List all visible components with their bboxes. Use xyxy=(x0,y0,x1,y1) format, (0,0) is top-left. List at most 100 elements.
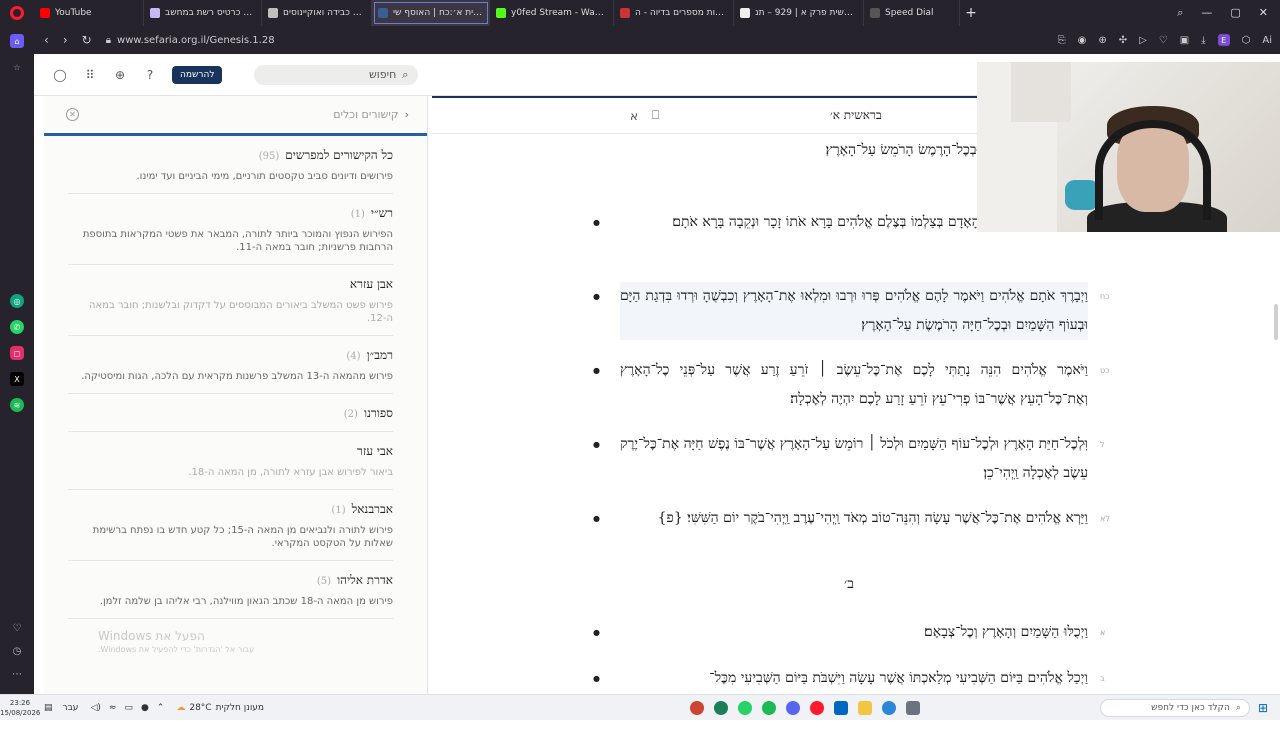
discord-icon[interactable] xyxy=(786,700,801,715)
x-icon[interactable]: X xyxy=(10,372,24,386)
verse-text[interactable]: וַיְכֻלּוּ הַשָּׁמַיִם וְהָאָרֶץ וְכׇל־צ… xyxy=(620,618,1088,647)
back-icon[interactable]: ‹ xyxy=(44,33,49,47)
browser-tab[interactable]: כוח כבידה ואוקיינוסים xyxy=(262,0,372,26)
url-field[interactable]: 🔒︎ www.sefaria.org.il/Genesis.1.28 xyxy=(106,35,275,46)
heart-icon[interactable]: ♡ xyxy=(13,623,22,634)
ai-button[interactable]: Ai xyxy=(1262,35,1272,46)
battery-icon[interactable]: ▭ xyxy=(124,703,133,713)
folder-icon[interactable] xyxy=(858,700,873,715)
commentary-item[interactable]: כל הקישורים למפרשים (95) פירושים ודיונים ס… xyxy=(68,136,393,194)
book-title[interactable]: בראשית א׳ xyxy=(830,108,882,123)
url-text[interactable]: www.sefaria.org.il/Genesis.1.28 xyxy=(117,35,275,46)
browser-tab[interactable]: קבוצות מספרים בדיוה - ה xyxy=(614,0,734,26)
commentary-title[interactable]: ספורנו (2) xyxy=(68,406,393,421)
commentary-title[interactable]: כל הקישורים למפרשים (95) xyxy=(68,148,393,163)
profile-icon[interactable]: ◯ xyxy=(52,67,68,83)
commentary-title[interactable]: רמב״ן (4) xyxy=(68,348,393,363)
windows-start-icon[interactable]: ⊞ xyxy=(1258,701,1268,715)
commentary-title[interactable]: אדרת אליהו (5) xyxy=(68,573,393,588)
spotify-icon[interactable]: ≋ xyxy=(10,398,24,412)
commentary-item[interactable]: רמב״ן (4) פירוש מהמאה ה-13 המשלב פרשנות מק… xyxy=(68,336,393,394)
commentary-item[interactable]: רש״י (1) הפירוש הנפוץ והמוכר ביותר לתורה, … xyxy=(68,194,393,265)
app-icon[interactable] xyxy=(714,700,729,715)
extension-icon[interactable]: ⊕ xyxy=(1098,35,1106,46)
bookmark-icon[interactable]: ⎕ xyxy=(652,108,659,123)
verse-number[interactable]: כח xyxy=(1100,292,1109,301)
spotify-icon[interactable] xyxy=(762,700,777,715)
new-tab-button[interactable]: + xyxy=(960,5,982,21)
commentary-title[interactable]: אבי עזר xyxy=(68,444,393,459)
download-icon[interactable]: ⤓ xyxy=(1201,35,1205,46)
verse-number[interactable]: ל xyxy=(1100,440,1105,449)
extension-icon[interactable]: ⎘ xyxy=(1058,35,1066,46)
whatsapp-icon[interactable]: ✆ xyxy=(10,320,24,334)
verse-text[interactable]: וּֽלְכׇל־חַיַּת הָאָרֶץ וּלְכׇל־עוֹף הַש… xyxy=(620,430,1088,488)
verse-number[interactable]: כט xyxy=(1100,366,1109,375)
volume-icon[interactable]: ◁) xyxy=(90,703,100,713)
heart-icon[interactable]: ♡ xyxy=(1159,35,1168,46)
forward-icon[interactable]: › xyxy=(63,33,68,47)
taskbar-search[interactable]: הקלד כאן כדי לחפש ⌕ xyxy=(1099,698,1250,717)
commentary-item[interactable]: אברבנאל (1) פירוש לתורה ולנביאים מן המאה ה… xyxy=(68,490,393,561)
verse-text[interactable]: וַיְבָרֶךְ אֹתָם אֱלֹהִים וַיֹּאמֶר לָהֶ… xyxy=(620,282,1088,340)
close-icon[interactable]: ✕ xyxy=(66,108,79,121)
commentary-title[interactable]: רש״י (1) xyxy=(68,206,393,221)
verse-text[interactable]: וַיַּרְא אֱלֹהִים אֶת־כׇּל־אֲשֶׁר עָשָׂה… xyxy=(620,504,1088,533)
maximize-icon[interactable]: ▢ xyxy=(1230,6,1240,20)
more-icon[interactable]: ⋯ xyxy=(12,669,22,680)
edge-icon[interactable] xyxy=(882,700,897,715)
browser-tab[interactable]: Speed Dial xyxy=(864,0,960,26)
commentary-title[interactable]: אברבנאל (1) xyxy=(68,502,393,517)
browser-tab[interactable]: בראשית א׳:כח | האוסף שי xyxy=(372,0,490,26)
help-icon[interactable]: ? xyxy=(142,67,158,83)
chevron-right-icon[interactable]: › xyxy=(405,108,409,121)
verse-text[interactable]: וַיְכַל אֱלֹהִים בַּיּוֹם הַשְּׁבִיעִי מ… xyxy=(620,664,1088,693)
verse-number[interactable]: ב xyxy=(1100,674,1105,683)
mic-icon[interactable]: ● xyxy=(141,703,149,713)
language-indicator[interactable]: עבר xyxy=(63,703,79,713)
commentary-item[interactable]: אדרת אליהו (5) פירוש מן המאה ה-18 שכתב הגא… xyxy=(68,561,393,619)
verse-number[interactable]: לא xyxy=(1100,514,1110,523)
instagram-icon[interactable]: ◻ xyxy=(10,346,24,360)
verse-text[interactable]: וַיֹּאמֶר אֱלֹהִים הִנֵּה נָתַתִּי לָכֶם… xyxy=(620,356,1088,414)
commentary-item[interactable]: אבי עזר ביאור לפירוש אבן עזרא לתורה, מן ה… xyxy=(68,432,393,490)
opera-logo-icon[interactable] xyxy=(0,6,34,20)
browser-tab[interactable]: y0fed Stream - Watch Live xyxy=(490,0,614,26)
chevron-up-icon[interactable]: ⌃ xyxy=(157,703,165,713)
history-icon[interactable]: ◷ xyxy=(13,646,22,657)
commentary-item[interactable]: אבן עזרא פירוש פשט המשלב ביאורים המבוססים… xyxy=(68,265,393,336)
extension-icon[interactable]: ✣ xyxy=(1119,35,1127,46)
commentary-item[interactable]: ספורנו (2) xyxy=(68,394,393,432)
opera-icon[interactable] xyxy=(810,700,825,715)
browser-tab[interactable]: YouTube xyxy=(34,0,144,26)
clock[interactable]: 23:26 15/08/2026 xyxy=(0,698,40,718)
search-input[interactable]: חיפוש ⌕ xyxy=(254,64,419,85)
whatsapp-icon[interactable] xyxy=(738,700,753,715)
font-size-toggle[interactable]: א xyxy=(630,109,638,123)
reload-icon[interactable]: ↻ xyxy=(82,33,92,47)
minimize-icon[interactable]: — xyxy=(1201,6,1212,20)
globe-icon[interactable]: ⊕ xyxy=(112,67,128,83)
chatgpt-icon[interactable]: ◎ xyxy=(10,294,24,308)
camera-icon[interactable]: ◉ xyxy=(1078,35,1087,46)
app-icon[interactable] xyxy=(690,700,705,715)
home-icon[interactable]: ⌂ xyxy=(10,34,24,48)
apps-grid-icon[interactable]: ⠿ xyxy=(82,67,98,83)
weather-widget[interactable]: ☁ 28°C מעונן חלקית xyxy=(176,703,264,713)
store-icon[interactable] xyxy=(834,700,849,715)
task-view-icon[interactable] xyxy=(906,700,921,715)
verse-number[interactable]: א xyxy=(1100,628,1105,637)
browser-tab[interactable]: איסוף כרטיס רשת במחשב xyxy=(144,0,262,26)
extension-badge[interactable]: E xyxy=(1217,34,1230,46)
box-icon[interactable]: ▣ xyxy=(1180,35,1189,46)
search-tabs-icon[interactable]: ⌕ xyxy=(1177,6,1183,20)
speed-dial-icon[interactable]: ☆ xyxy=(10,60,24,74)
signup-button[interactable]: להרשמה xyxy=(172,65,223,84)
close-window-icon[interactable]: ✕ xyxy=(1259,6,1268,20)
play-icon[interactable]: ▷ xyxy=(1139,35,1147,46)
notifications-icon[interactable]: ▤ xyxy=(44,703,53,713)
wifi-icon[interactable]: ≈ xyxy=(109,703,117,713)
cube-icon[interactable]: ⬡ xyxy=(1242,35,1251,46)
browser-tab[interactable]: בראשית פרק א | 929 – תנ xyxy=(734,0,864,26)
commentary-title[interactable]: אבן עזרא xyxy=(68,277,393,292)
